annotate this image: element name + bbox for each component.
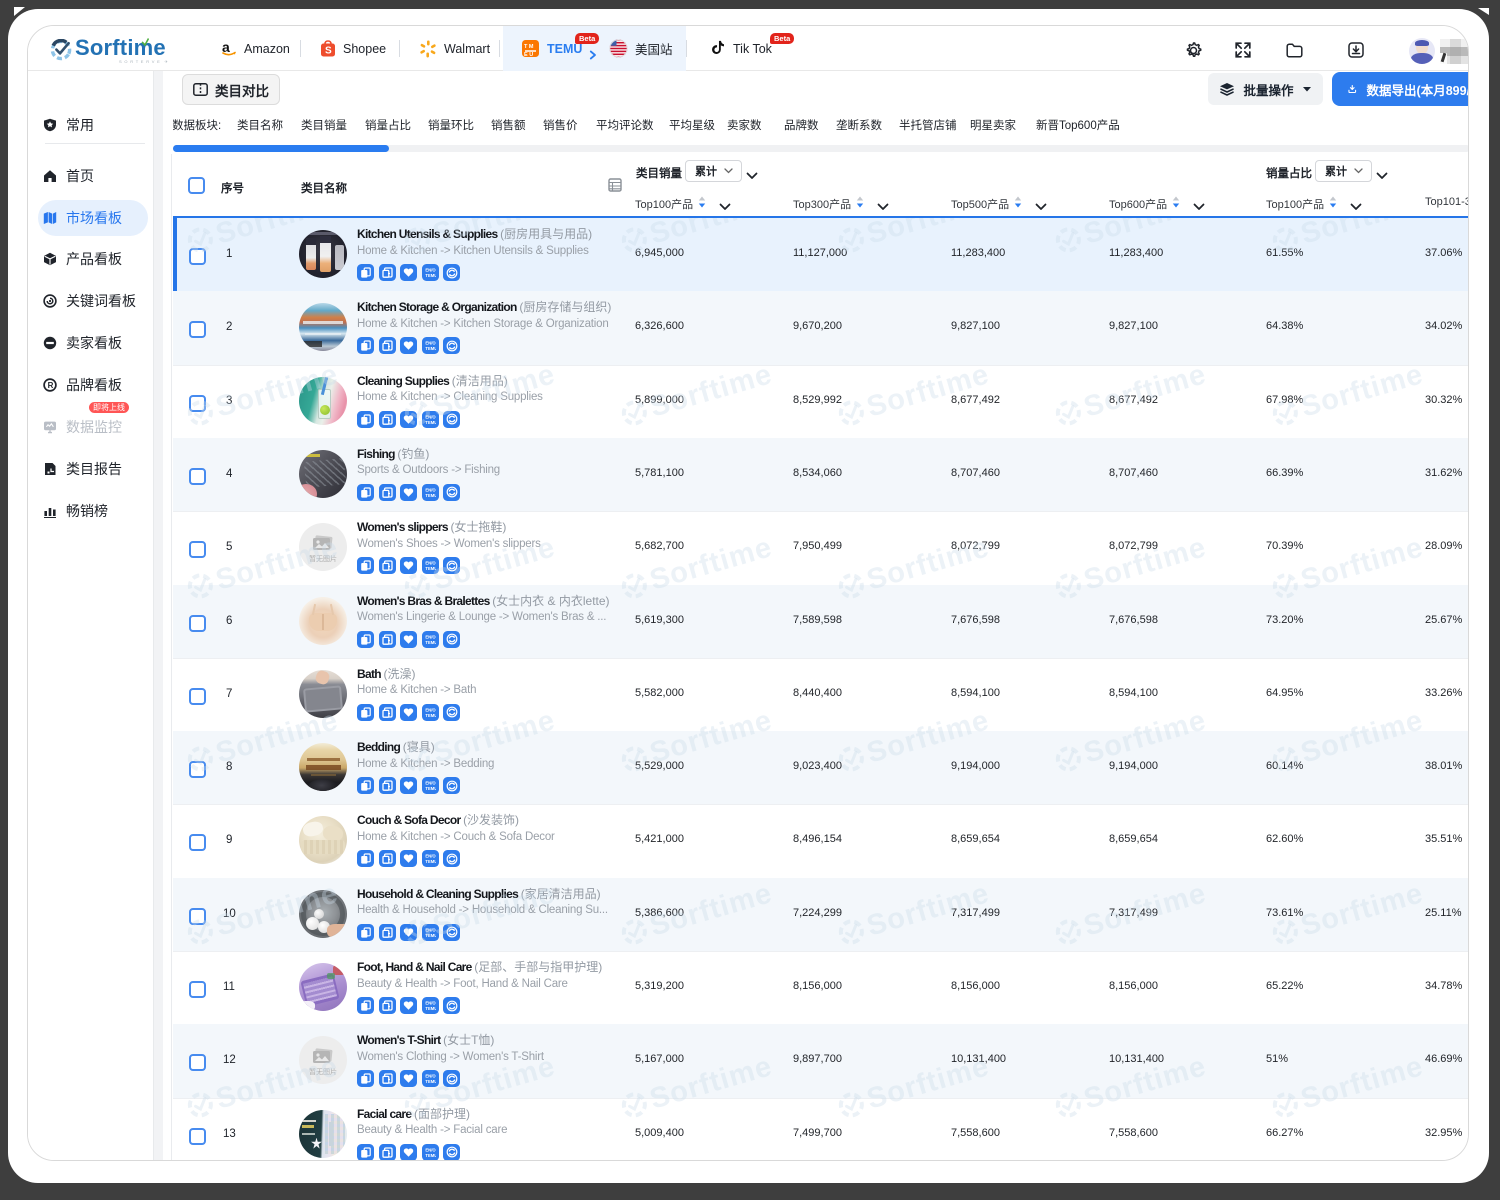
svg-text:TEMU: TEMU: [425, 1006, 436, 1011]
svg-text:TEMU: TEMU: [425, 566, 436, 571]
svg-text:EN/O: EN/O: [425, 927, 436, 932]
svg-text:EN/O: EN/O: [425, 707, 436, 712]
svg-text:EN/O: EN/O: [425, 268, 436, 273]
svg-text:TEMU: TEMU: [425, 1153, 436, 1158]
svg-text:TEMU: TEMU: [425, 640, 436, 645]
svg-text:TEMU: TEMU: [425, 273, 436, 278]
svg-text:EN/O: EN/O: [425, 634, 436, 639]
svg-text:TEMU: TEMU: [425, 933, 436, 938]
svg-text:EN/O: EN/O: [425, 781, 436, 786]
svg-text:TEMU: TEMU: [425, 420, 436, 425]
svg-text:E U: E U: [524, 52, 533, 57]
svg-text:EN/O: EN/O: [425, 341, 436, 346]
svg-text:TEMU: TEMU: [425, 1079, 436, 1084]
svg-text:EN/O: EN/O: [425, 1074, 436, 1079]
svg-text:EN/O: EN/O: [425, 1001, 436, 1006]
svg-text:EN/O: EN/O: [425, 487, 436, 492]
svg-text:EN/O: EN/O: [425, 1147, 436, 1152]
svg-text:T M: T M: [524, 44, 534, 50]
svg-text:R: R: [48, 381, 54, 390]
svg-text:EN/O: EN/O: [425, 414, 436, 419]
svg-text:TEMU: TEMU: [425, 493, 436, 498]
svg-text:TEMU: TEMU: [425, 786, 436, 791]
svg-text:TEMU: TEMU: [425, 859, 436, 864]
svg-text:TEMU: TEMU: [425, 713, 436, 718]
svg-text:EN/O: EN/O: [425, 854, 436, 859]
svg-text:TEMU: TEMU: [425, 346, 436, 351]
svg-text:S: S: [325, 46, 332, 57]
svg-text:EN/O: EN/O: [425, 561, 436, 566]
